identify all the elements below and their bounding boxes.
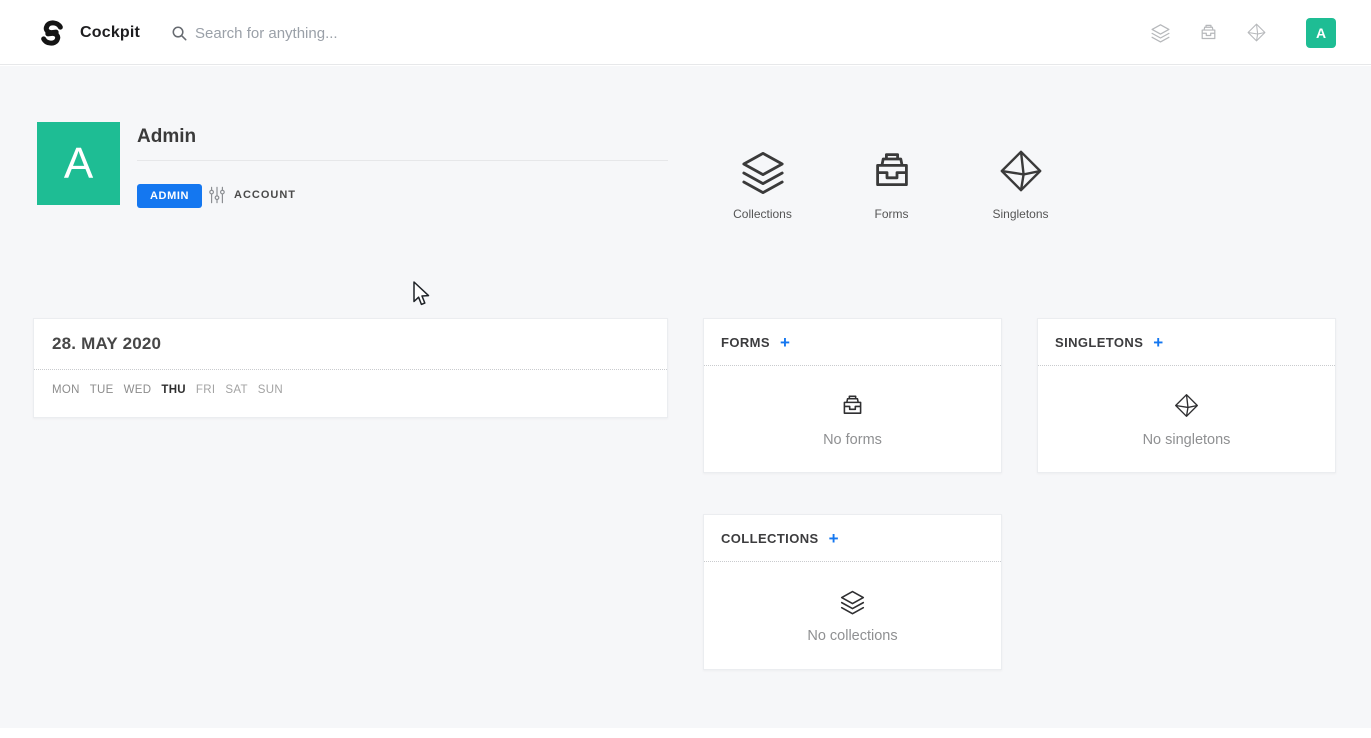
global-search (171, 13, 495, 53)
collections-card: COLLECTIONS + No collections (703, 514, 1002, 670)
weekday: TUE (90, 384, 114, 396)
shortcut-label: Singletons (992, 207, 1048, 221)
date-card: 28. MAY 2020 MON TUE WED THU FRI SAT SUN (33, 318, 668, 418)
shortcut-forms[interactable]: Forms (841, 147, 942, 221)
topbar-quick-icons (1150, 22, 1267, 43)
brand-name[interactable]: Cockpit (80, 24, 140, 42)
sliders-icon (208, 186, 226, 204)
forms-icon (868, 147, 916, 195)
singletons-empty-text: No singletons (1143, 432, 1231, 448)
search-input[interactable] (195, 25, 495, 42)
shortcut-label: Collections (733, 207, 792, 221)
search-icon (171, 25, 188, 42)
forms-card: FORMS + No forms (703, 318, 1002, 473)
shortcut-label: Forms (875, 207, 909, 221)
forms-card-header: FORMS + (704, 319, 1001, 366)
topbar: Cockpit A (0, 0, 1371, 65)
shortcut-singletons[interactable]: Singletons (970, 147, 1071, 221)
weekday: MON (52, 384, 80, 396)
forms-card-body: No forms (704, 366, 1001, 473)
forms-icon[interactable] (1198, 22, 1219, 43)
weekday-today: THU (161, 384, 186, 396)
weekday: SAT (225, 384, 247, 396)
profile-divider (137, 160, 668, 161)
module-shortcuts: Collections Forms Singletons (712, 147, 1071, 221)
singletons-card-title: SINGLETONS (1055, 335, 1143, 350)
account-label: ACCOUNT (234, 189, 296, 201)
add-collection-button[interactable]: + (829, 530, 839, 547)
weekday: WED (124, 384, 152, 396)
forms-icon (839, 392, 866, 419)
account-link[interactable]: ACCOUNT (208, 186, 296, 204)
add-singleton-button[interactable]: + (1153, 334, 1163, 351)
weekday: SUN (258, 384, 283, 396)
singletons-card-header: SINGLETONS + (1038, 319, 1335, 366)
singletons-icon (997, 147, 1045, 195)
date-card-header: 28. MAY 2020 (34, 319, 667, 370)
collections-card-body: No collections (704, 562, 1001, 670)
collections-icon (839, 588, 866, 615)
cockpit-logo-icon[interactable] (37, 18, 67, 48)
shortcut-collections[interactable]: Collections (712, 147, 813, 221)
forms-card-title: FORMS (721, 335, 770, 350)
singletons-card-body: No singletons (1038, 366, 1335, 473)
profile-avatar: A (37, 122, 120, 205)
collections-card-title: COLLECTIONS (721, 531, 819, 546)
current-date: 28. MAY 2020 (52, 334, 161, 354)
weekday: FRI (196, 384, 215, 396)
user-avatar[interactable]: A (1306, 18, 1336, 48)
add-form-button[interactable]: + (780, 334, 790, 351)
collections-icon[interactable] (1150, 22, 1171, 43)
singletons-icon[interactable] (1246, 22, 1267, 43)
collections-icon (739, 147, 787, 195)
weekday-row: MON TUE WED THU FRI SAT SUN (34, 370, 667, 396)
forms-empty-text: No forms (823, 432, 882, 448)
singletons-icon (1173, 392, 1200, 419)
collections-card-header: COLLECTIONS + (704, 515, 1001, 562)
mouse-cursor (411, 281, 431, 308)
dashboard: A Admin ADMIN ACCOUNT Collections Forms … (0, 66, 1371, 728)
admin-role-badge[interactable]: ADMIN (137, 184, 202, 208)
collections-empty-text: No collections (807, 628, 897, 644)
profile-name: Admin (137, 126, 196, 148)
singletons-card: SINGLETONS + No singletons (1037, 318, 1336, 473)
